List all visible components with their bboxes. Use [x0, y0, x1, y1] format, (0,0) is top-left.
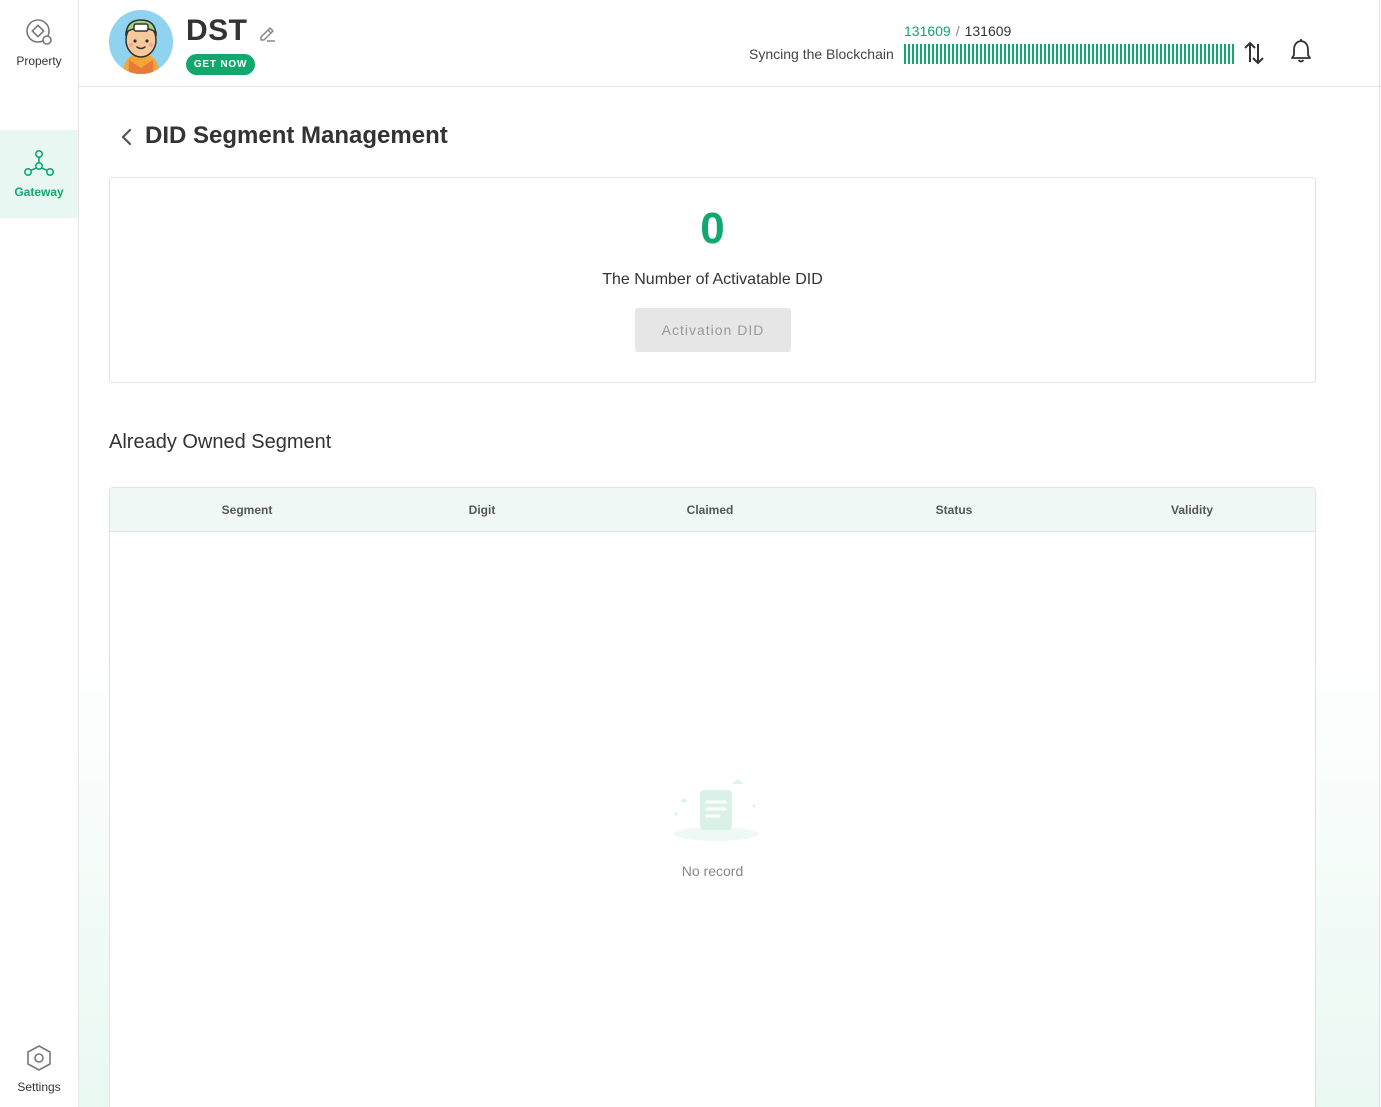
sidebar-item-label: Property: [16, 54, 62, 68]
table-header: Segment Digit Claimed Status Validity: [110, 488, 1315, 532]
edit-icon[interactable]: [257, 23, 277, 43]
settings-icon: [27, 1044, 51, 1071]
activation-did-button[interactable]: Activation DID: [635, 308, 791, 352]
window-edge: [1379, 0, 1380, 1107]
activatable-count-label: The Number of Activatable DID: [602, 271, 823, 288]
column-header-segment[interactable]: Segment: [222, 503, 273, 517]
column-header-claimed[interactable]: Claimed: [687, 503, 734, 517]
sync-total-block: 131609: [964, 23, 1012, 39]
get-now-button[interactable]: GET NOW: [186, 54, 255, 75]
avatar-illustration: [109, 10, 173, 74]
activatable-did-card: 0 The Number of Activatable DID Activati…: [109, 177, 1316, 383]
gateway-icon: [23, 149, 54, 176]
sidebar: Property Gateway Settings: [0, 0, 79, 1107]
top-header: DST GET NOW 131609/131609 Syncing the Bl…: [79, 0, 1381, 87]
sidebar-item-label: Gateway: [14, 185, 64, 199]
back-icon[interactable]: [117, 126, 137, 148]
sidebar-item-settings[interactable]: Settings: [0, 1030, 78, 1107]
owned-segment-heading: Already Owned Segment: [109, 431, 332, 453]
bell-icon[interactable]: [1289, 38, 1313, 64]
sync-block-count: 131609/131609: [904, 23, 1011, 39]
sidebar-item-gateway[interactable]: Gateway: [0, 130, 78, 218]
property-icon: [26, 19, 52, 45]
sync-status-label: Syncing the Blockchain: [749, 46, 894, 62]
sync-separator: /: [955, 23, 960, 39]
sync-progress-bar: [904, 44, 1236, 64]
transfer-icon[interactable]: [1242, 40, 1266, 66]
wallet-name: DST: [186, 14, 248, 47]
sync-current-block: 131609: [904, 23, 951, 39]
column-header-status[interactable]: Status: [936, 503, 973, 517]
sidebar-item-label: Settings: [17, 1079, 61, 1094]
sidebar-item-property[interactable]: Property: [0, 0, 78, 86]
page-title: DID Segment Management: [145, 122, 448, 149]
empty-state-text: No record: [681, 863, 744, 879]
avatar[interactable]: [109, 10, 173, 74]
segment-table: Segment Digit Claimed Status Validity No…: [109, 487, 1316, 1107]
column-header-digit[interactable]: Digit: [469, 503, 496, 517]
empty-document-icon: [674, 779, 758, 841]
column-header-validity[interactable]: Validity: [1171, 503, 1213, 517]
activatable-count: 0: [700, 204, 725, 253]
